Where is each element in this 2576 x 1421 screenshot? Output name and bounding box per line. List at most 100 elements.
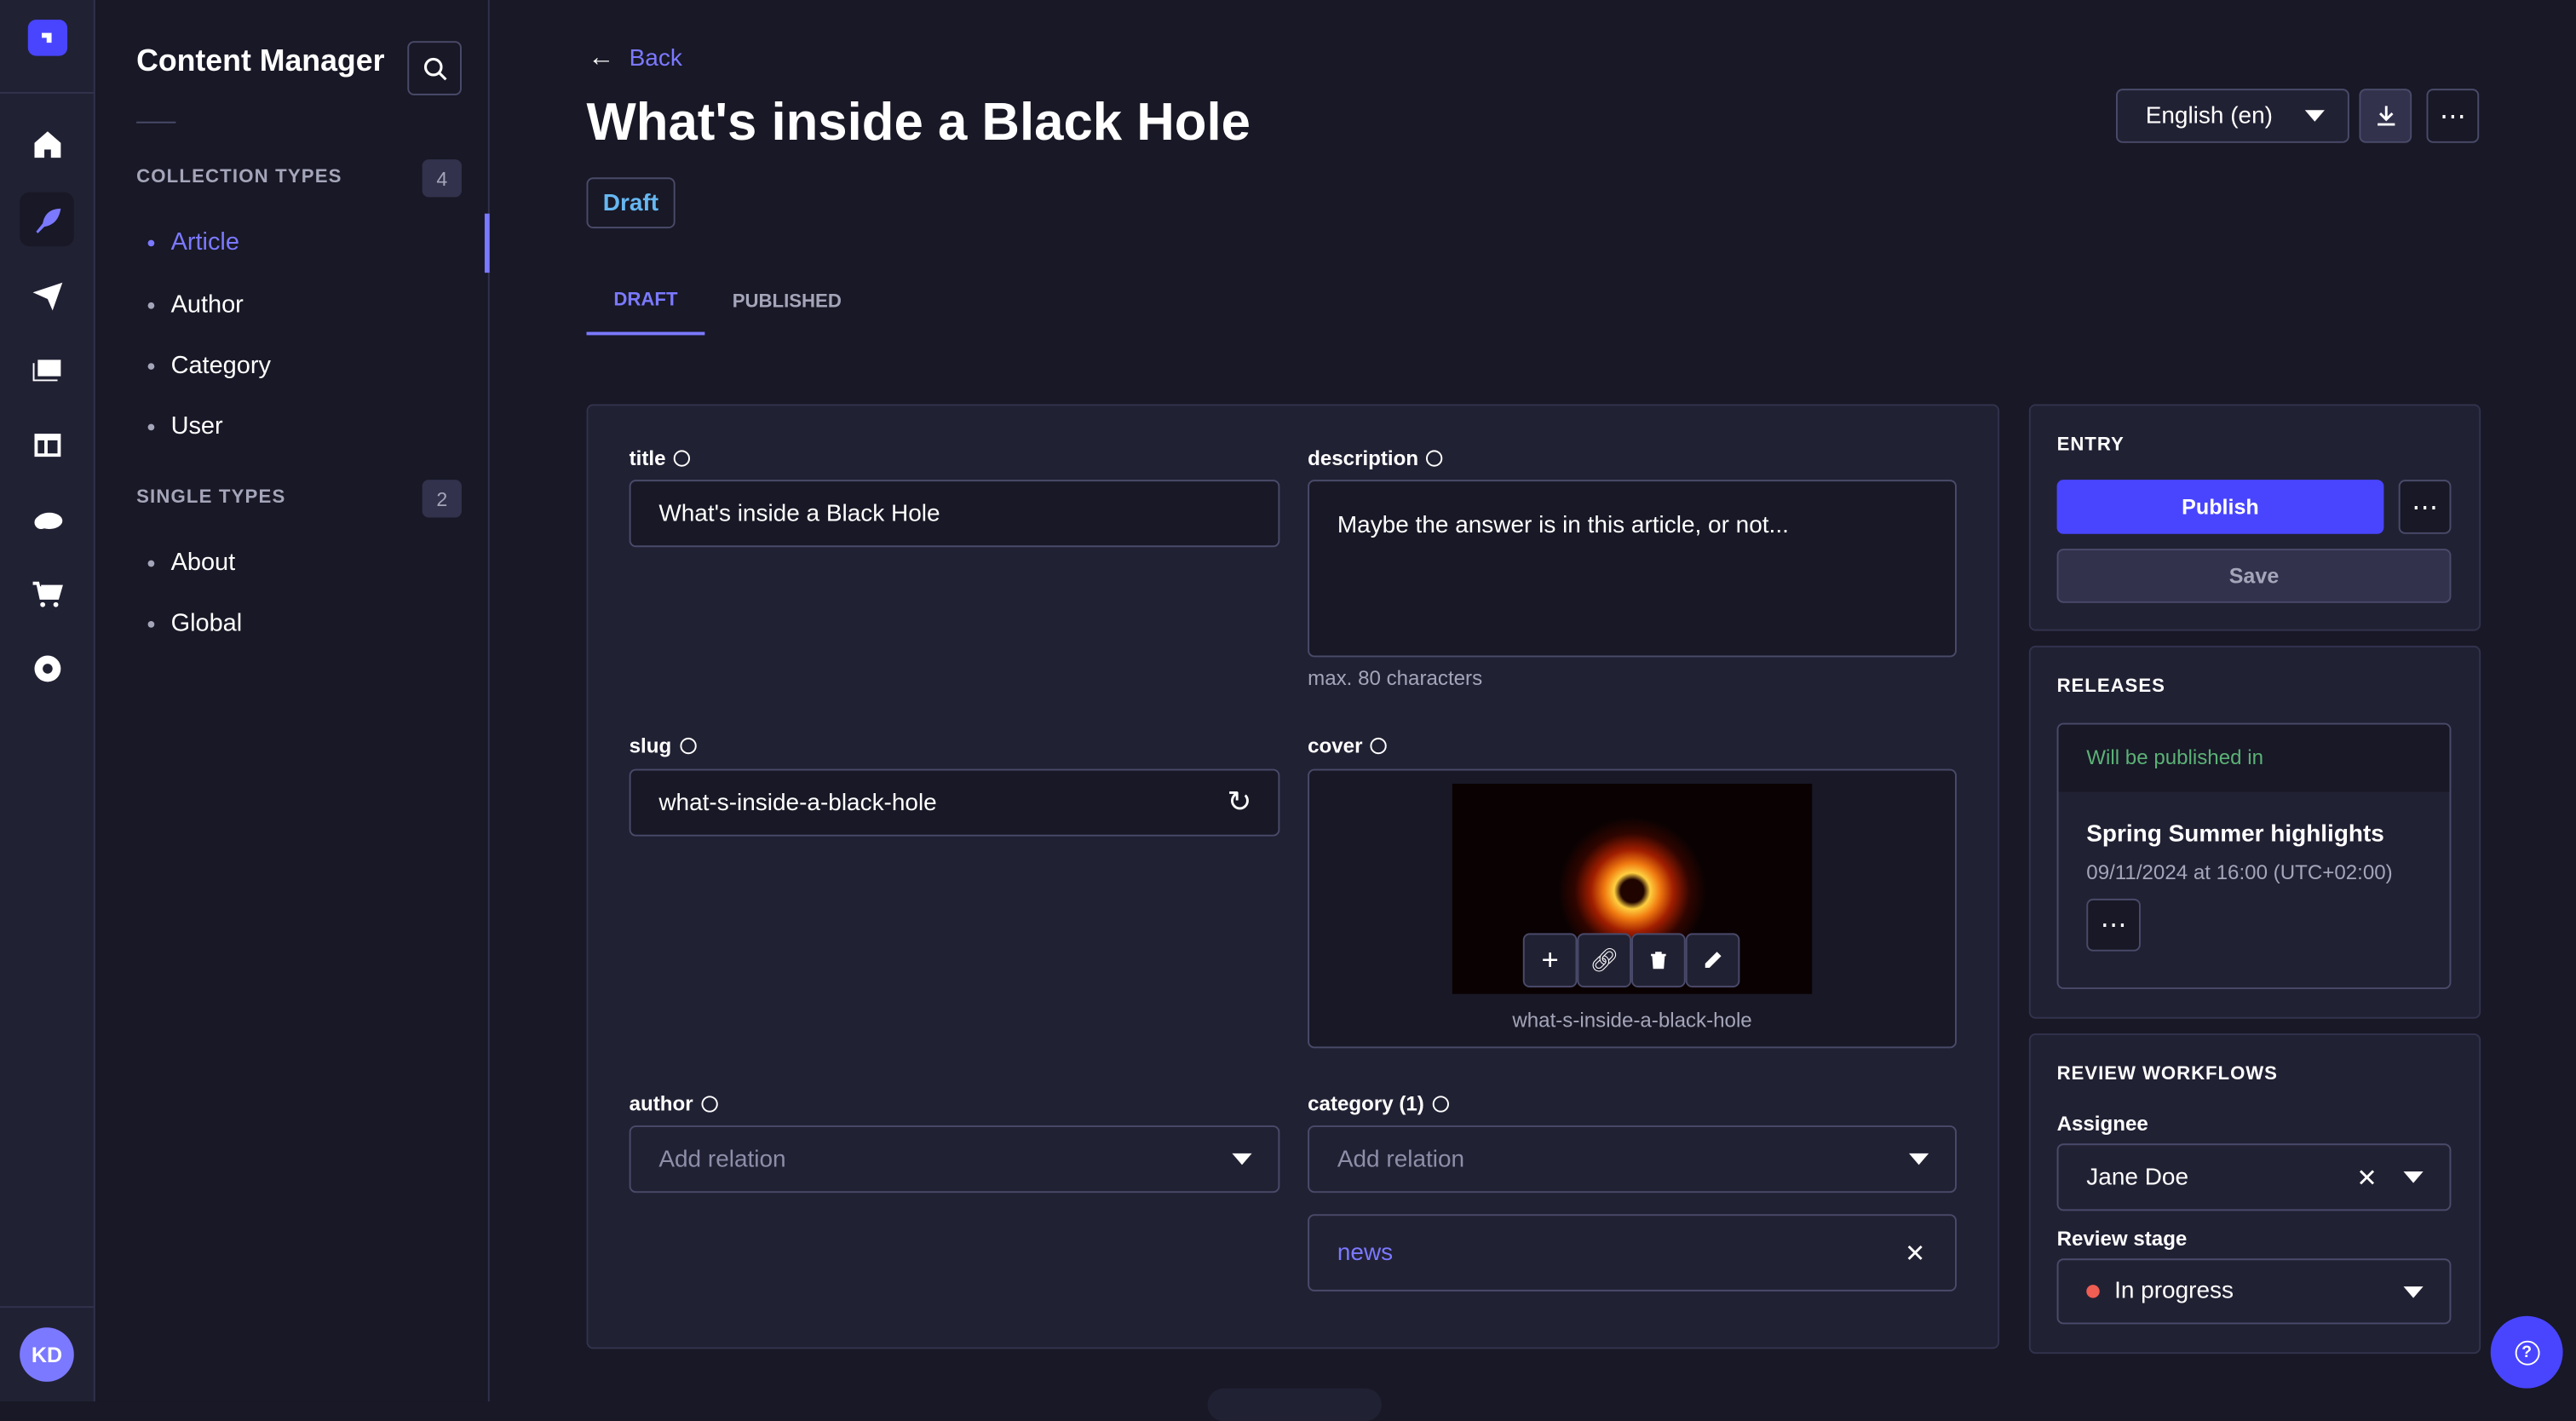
description-hint: max. 80 characters	[1308, 666, 1483, 690]
sidebar-item-label: About	[170, 549, 236, 577]
bottom-bar	[1207, 1388, 1382, 1421]
chevron-down-icon	[1908, 1153, 1929, 1165]
cloud-icon[interactable]	[20, 492, 74, 546]
release-card: Will be published in Spring Summer highl…	[2056, 722, 2452, 989]
review-workflows-title: REVIEW WORKFLOWS	[2056, 1064, 2278, 1084]
sidebar-item-global[interactable]: Global	[147, 609, 243, 638]
page-title: What's inside a Black Hole	[586, 91, 1251, 152]
assignee-label: Assignee	[2056, 1112, 2148, 1136]
download-icon	[2377, 106, 2395, 126]
single-types-count: 2	[422, 480, 462, 518]
cover-toolbar: + 🔗︎	[1522, 933, 1740, 988]
chevron-down-icon	[2403, 1286, 2424, 1297]
divider	[0, 91, 94, 94]
sidebar-item-about[interactable]: About	[147, 549, 236, 577]
sidebar-item-label: Article	[170, 228, 239, 256]
sidebar-item-label: Category	[170, 351, 271, 380]
sidebar-item-user[interactable]: User	[147, 412, 223, 440]
globe-icon	[1371, 737, 1388, 755]
content-type-builder-icon[interactable]	[20, 417, 74, 472]
search-icon	[423, 56, 446, 80]
main-nav: KD	[0, 0, 95, 1402]
release-more-button[interactable]: ⋯	[2086, 898, 2141, 952]
logo-icon[interactable]	[27, 20, 68, 56]
author-relation-select[interactable]: Add relation	[629, 1125, 1280, 1194]
globe-icon	[1426, 450, 1444, 467]
release-status: Will be published in	[2058, 724, 2450, 792]
save-button[interactable]: Save	[2056, 549, 2452, 603]
tab-published[interactable]: PUBLISHED	[718, 269, 856, 335]
entry-more-button[interactable]: ⋯	[2398, 480, 2452, 534]
add-icon[interactable]: +	[1522, 933, 1578, 988]
title-input[interactable]: What's inside a Black Hole	[629, 480, 1280, 548]
trash-icon[interactable]	[1631, 933, 1686, 988]
entry-title: ENTRY	[2056, 435, 2125, 456]
sidebar-item-label: User	[170, 412, 223, 440]
help-button[interactable]: ?	[2490, 1315, 2563, 1389]
release-name: Spring Summer highlights	[2086, 821, 2384, 849]
regenerate-icon[interactable]: ↻	[1227, 785, 1251, 820]
globe-icon	[674, 450, 691, 467]
sidebar-item-author[interactable]: Author	[147, 291, 244, 319]
category-relation-select[interactable]: Add relation	[1308, 1125, 1957, 1194]
sidebar-item-category[interactable]: Category	[147, 351, 271, 380]
sidebar-item-label: Global	[170, 609, 243, 638]
collection-types-heading: COLLECTION TYPES	[136, 167, 342, 187]
globe-icon	[1432, 1096, 1449, 1113]
download-button[interactable]	[2359, 89, 2412, 143]
marketplace-icon[interactable]	[20, 567, 74, 621]
media-library-icon[interactable]	[20, 342, 74, 396]
publish-button[interactable]: Publish	[2056, 480, 2384, 534]
scrollbar[interactable]	[484, 213, 490, 273]
locale-value: English (en)	[2145, 102, 2273, 129]
home-icon[interactable]	[20, 117, 74, 171]
review-stage-label: Review stage	[2056, 1227, 2188, 1251]
user-avatar[interactable]: KD	[20, 1327, 74, 1382]
relation-link[interactable]: news	[1337, 1240, 1393, 1266]
chevron-down-icon	[2403, 1171, 2424, 1183]
status-badge: Draft	[586, 177, 676, 229]
tab-draft[interactable]: DRAFT	[586, 269, 705, 336]
settings-icon[interactable]	[20, 641, 74, 695]
globe-icon	[701, 1096, 718, 1113]
stage-status-dot	[2086, 1285, 2100, 1298]
content-manager-icon[interactable]	[20, 192, 74, 247]
content-manager-sidebar: Content Manager COLLECTION TYPES 4 SINGL…	[95, 0, 490, 1402]
locale-select[interactable]: English (en)	[2115, 89, 2349, 143]
single-types-heading: SINGLE TYPES	[136, 487, 286, 508]
help-icon: ?	[2514, 1339, 2539, 1365]
pencil-icon[interactable]	[1685, 933, 1740, 988]
search-button[interactable]	[407, 41, 462, 95]
close-icon[interactable]: ✕	[1905, 1238, 1925, 1268]
author-label: author	[630, 1092, 718, 1115]
cover-filename: what-s-inside-a-black-hole	[1512, 1009, 1752, 1033]
chevron-down-icon	[2304, 110, 2325, 122]
chevron-down-icon	[1232, 1153, 1252, 1165]
description-textarea[interactable]: Maybe the answer is in this article, or …	[1308, 480, 1957, 658]
ellipsis-icon: ⋯	[2412, 493, 2438, 522]
ellipsis-icon: ⋯	[2439, 102, 2466, 131]
sidebar-title: Content Manager	[136, 43, 385, 78]
sidebar-item-article[interactable]: Article	[147, 228, 239, 256]
divider	[0, 1306, 94, 1309]
deploy-icon[interactable]	[20, 268, 74, 322]
cover-label: cover	[1308, 734, 1388, 757]
more-actions-button[interactable]: ⋯	[2426, 89, 2480, 143]
release-date: 09/11/2024 at 16:00 (UTC+02:00)	[2086, 860, 2393, 884]
category-label: category (1)	[1308, 1092, 1449, 1115]
slug-input[interactable]: what-s-inside-a-black-hole ↻	[629, 768, 1280, 837]
divider	[136, 121, 176, 124]
back-label: Back	[629, 45, 682, 72]
ellipsis-icon: ⋯	[2100, 912, 2127, 941]
clear-icon[interactable]: ✕	[2356, 1162, 2377, 1192]
category-relation-item: news ✕	[1308, 1214, 1957, 1292]
description-label: description	[1308, 447, 1444, 470]
releases-title: RELEASES	[2056, 676, 2165, 697]
review-stage-select[interactable]: In progress	[2056, 1258, 2452, 1325]
back-link[interactable]: ← Back	[588, 44, 681, 74]
sidebar-item-label: Author	[170, 291, 244, 319]
slug-label: slug	[630, 734, 697, 757]
assignee-select[interactable]: Jane Doe ✕	[2056, 1143, 2452, 1211]
arrow-left-icon: ←	[588, 44, 615, 72]
link-icon[interactable]: 🔗︎	[1577, 933, 1632, 988]
